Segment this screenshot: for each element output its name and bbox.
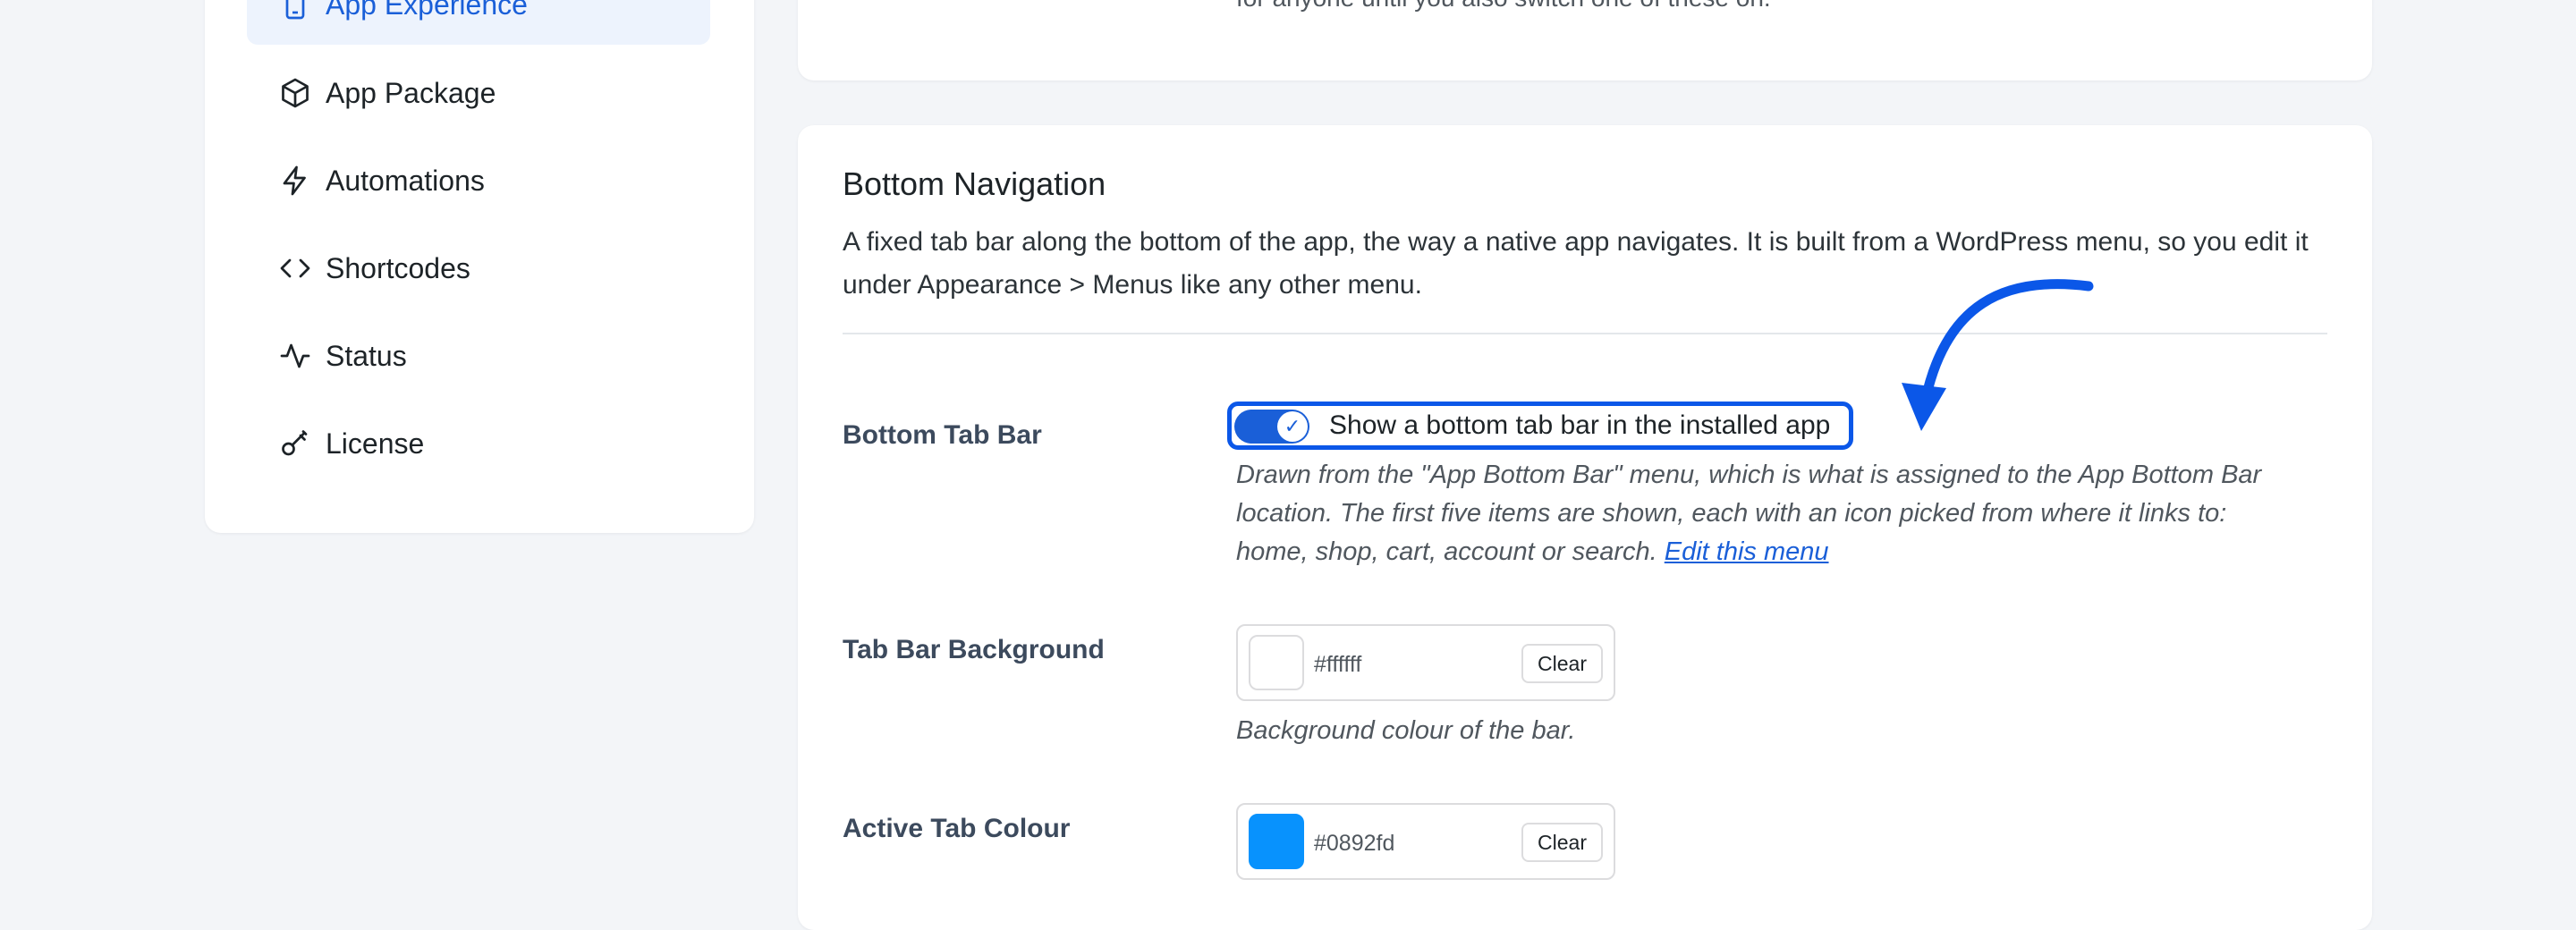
bolt-icon: [279, 165, 311, 197]
tab-bar-background-color-field[interactable]: #ffffff Clear: [1236, 624, 1615, 701]
color-hex-value[interactable]: #0892fd: [1314, 831, 1394, 857]
annotation-arrow-icon: [1902, 279, 2094, 431]
section-title: Bottom Navigation: [843, 165, 1106, 202]
help-line: Drawn from the "App Bottom Bar" menu, wh…: [1236, 461, 2262, 489]
edit-menu-link[interactable]: Edit this menu: [1665, 537, 1829, 566]
sidebar-item-status[interactable]: Status: [247, 316, 710, 396]
active-tab-colour-label: Active Tab Colour: [843, 814, 1071, 843]
bottom-tab-bar-toggle[interactable]: ✓: [1234, 410, 1309, 444]
help-line: location. The first five items are shown…: [1236, 499, 2227, 528]
code-icon: [279, 252, 311, 284]
help-line: home, shop, cart, account or search. Edi…: [1236, 533, 2261, 571]
sidebar-item-label: App Experience: [326, 0, 528, 21]
clear-button[interactable]: Clear: [1521, 644, 1603, 683]
help-line-text: home, shop, cart, account or search.: [1236, 537, 1657, 566]
color-swatch[interactable]: [1249, 814, 1304, 869]
previous-settings-card: for anyone until you also switch one of …: [798, 0, 2372, 80]
sidebar-item-automations[interactable]: Automations: [247, 140, 710, 221]
color-swatch[interactable]: [1249, 635, 1304, 690]
activity-icon: [279, 340, 311, 372]
sidebar-item-app-package[interactable]: App Package: [247, 53, 710, 133]
check-icon: ✓: [1277, 411, 1308, 442]
cube-icon: [279, 77, 311, 109]
sidebar-item-label: License: [326, 427, 425, 460]
settings-sidebar: App Experience App Package Automations S…: [205, 0, 754, 533]
color-hex-value[interactable]: #ffffff: [1314, 652, 1361, 678]
clear-button[interactable]: Clear: [1521, 823, 1603, 862]
sidebar-item-label: Automations: [326, 164, 485, 197]
sidebar-item-label: App Package: [326, 76, 496, 109]
section-divider: [843, 333, 2327, 334]
mobile-icon: [279, 0, 311, 21]
toggle-label[interactable]: Show a bottom tab bar in the installed a…: [1329, 410, 1830, 441]
sidebar-item-label: Shortcodes: [326, 251, 470, 284]
sidebar-item-shortcodes[interactable]: Shortcodes: [247, 228, 710, 309]
card-note: for anyone until you also switch one of …: [1236, 0, 1771, 13]
sidebar-item-app-experience[interactable]: App Experience: [247, 0, 710, 45]
sidebar-item-license[interactable]: License: [247, 403, 710, 484]
bottom-tab-bar-label: Bottom Tab Bar: [843, 420, 1042, 450]
tab-bar-help-text: Drawn from the "App Bottom Bar" menu, wh…: [1236, 456, 2261, 571]
active-tab-color-field[interactable]: #0892fd Clear: [1236, 803, 1615, 880]
key-icon: [279, 427, 311, 460]
sidebar-item-label: Status: [326, 339, 407, 372]
tab-bar-background-label: Tab Bar Background: [843, 635, 1105, 664]
background-help-text: Background colour of the bar.: [1236, 716, 1576, 745]
